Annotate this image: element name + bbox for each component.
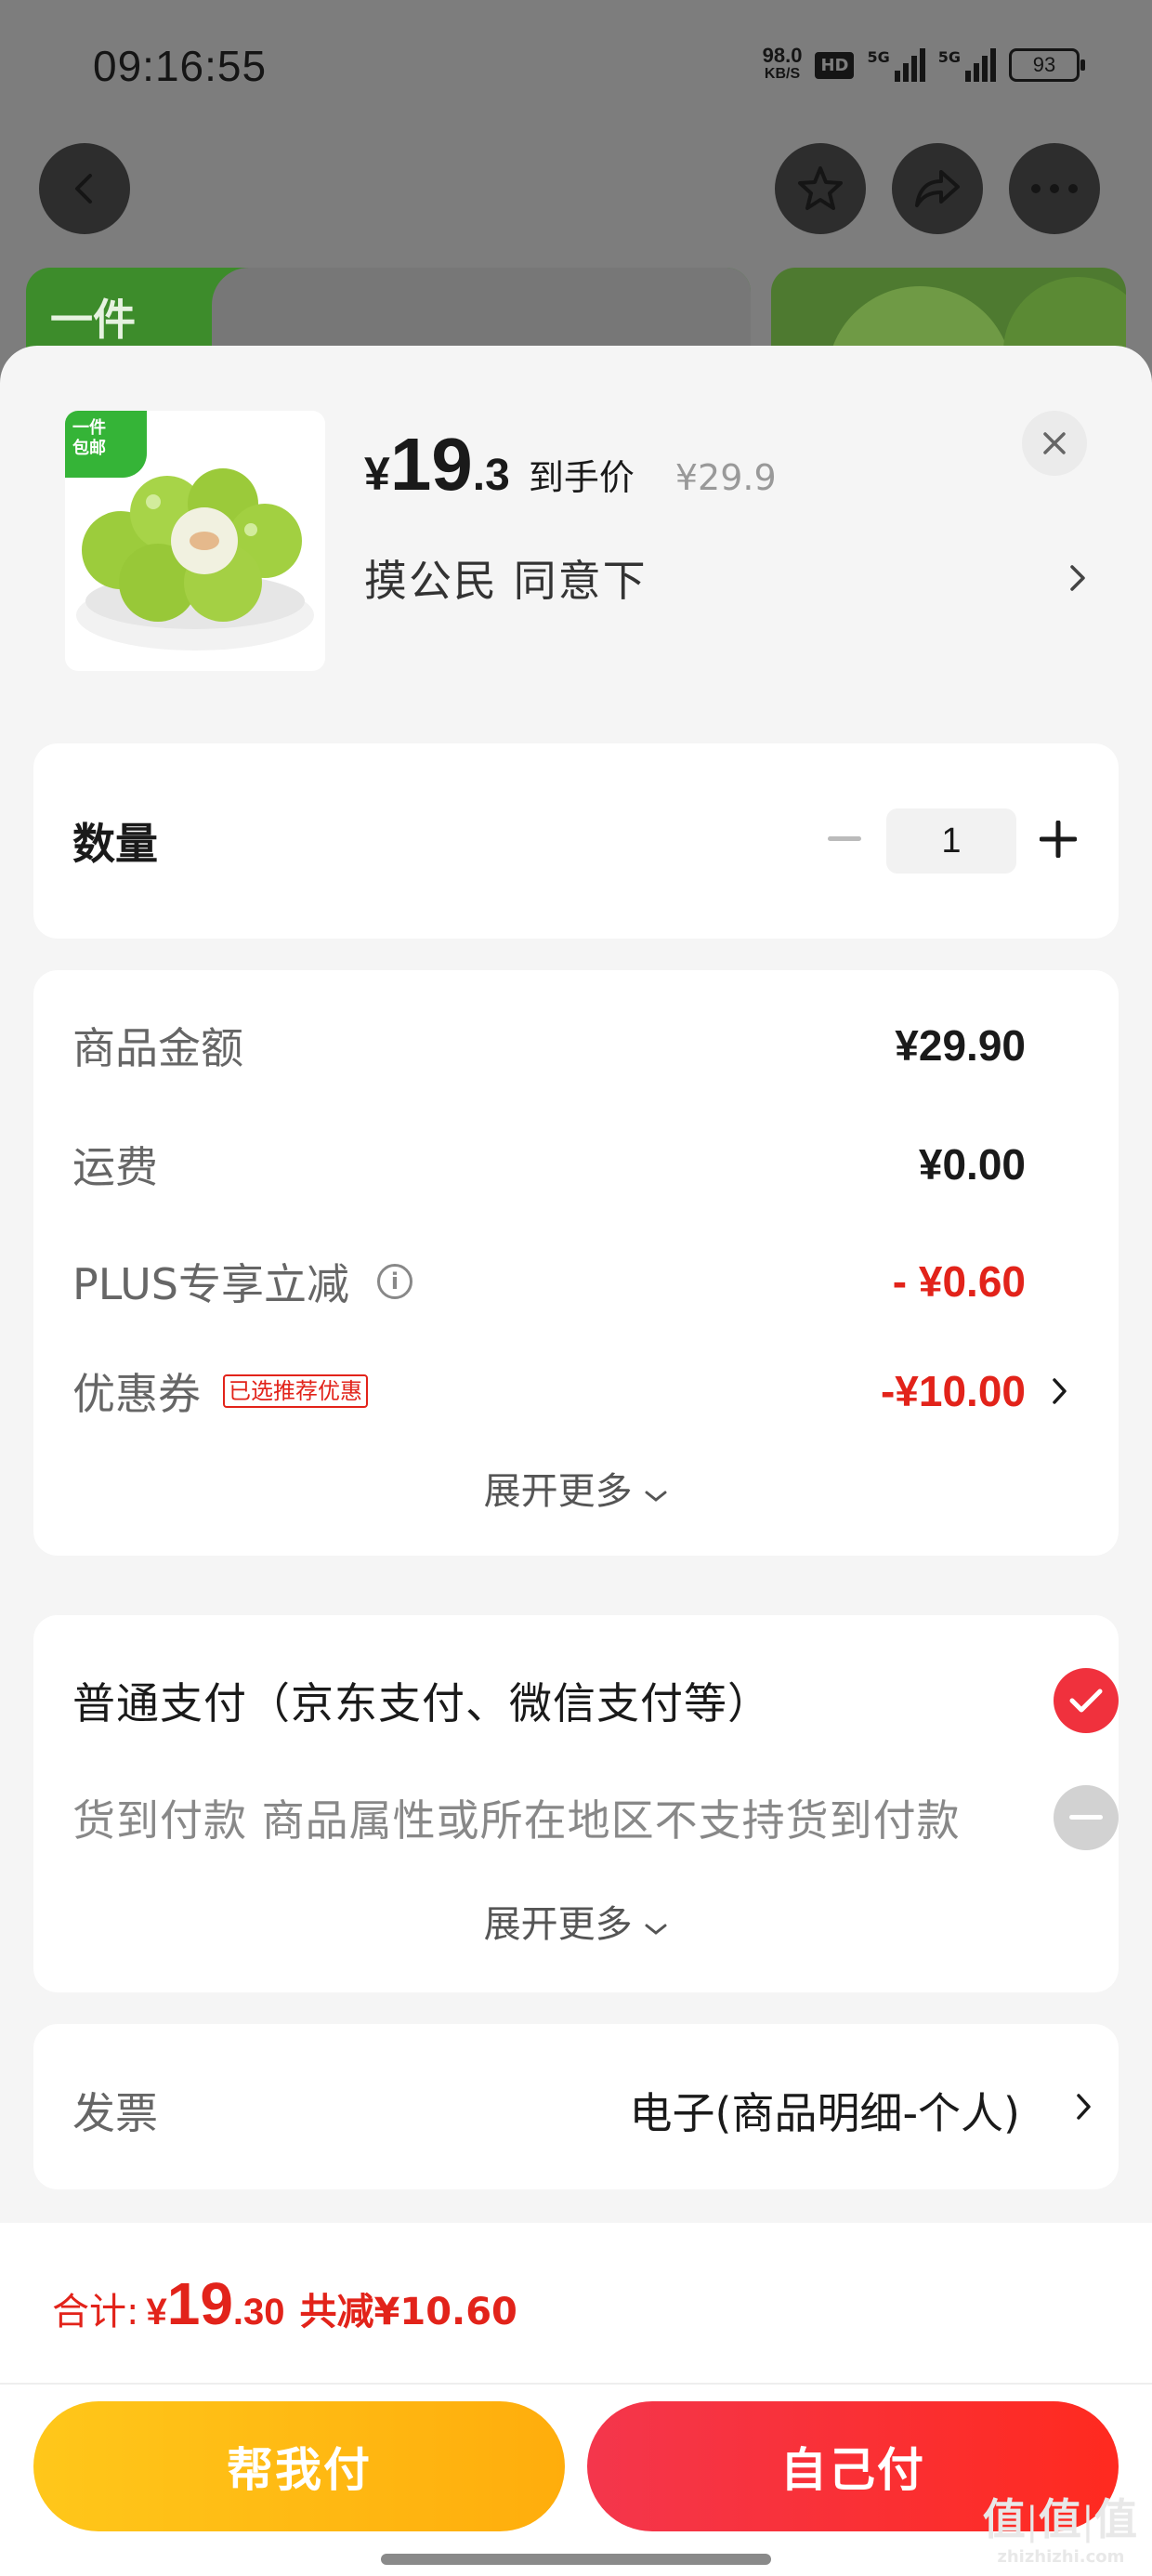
payment-expand-label: 展开更多 — [483, 1903, 633, 1946]
payment-option-normal[interactable]: 普通支付（京东支付、微信支付等） — [72, 1663, 1119, 1738]
checkout-footer: 合计: ¥ 19 .30 共减¥10.60 帮我付 自己付 值|值|值 zhiz… — [0, 2223, 1152, 2576]
plus-icon — [1040, 821, 1077, 858]
shipping-row: 运费 ¥0.00 — [72, 1132, 1094, 1197]
favorite-button[interactable] — [775, 143, 866, 234]
quantity-increase-button[interactable] — [1035, 816, 1081, 862]
shipping-value: ¥0.00 — [918, 1140, 1026, 1189]
checkmark-icon[interactable] — [1054, 1668, 1119, 1733]
total-discount: 共减¥10.60 — [299, 2291, 517, 2333]
original-price: ¥29.9 — [674, 457, 777, 498]
goods-amount-row: 商品金额 ¥29.90 — [72, 1013, 1094, 1078]
hd-icon: HD — [815, 51, 855, 79]
quantity-label: 数量 — [72, 819, 158, 869]
minus-icon — [828, 836, 861, 841]
badge-line-1: 一件 — [72, 418, 106, 438]
badge-line-2: 包邮 — [72, 439, 106, 458]
invoice-value: 电子(商品明细-个人) — [629, 2088, 1021, 2138]
total-decimal: .30 — [232, 2292, 285, 2333]
chevron-right-icon — [1070, 565, 1085, 591]
coupon-tag: 已选推荐优惠 — [223, 1374, 368, 1408]
network-speed: 98.0 KB/S — [763, 46, 803, 84]
share-button[interactable] — [892, 143, 983, 234]
total-label: 合计: — [52, 2291, 139, 2333]
status-icons: 98.0 KB/S HD 5G 5G 93 — [763, 46, 1085, 84]
chevron-right-icon — [1077, 2094, 1091, 2120]
info-icon[interactable]: i — [376, 1264, 412, 1299]
back-arrow-icon — [75, 174, 92, 204]
free-shipping-badge: 一件 包邮 — [65, 411, 147, 478]
variant-text: 摸公民 同意下 — [364, 556, 648, 606]
more-dots-icon — [1031, 184, 1078, 193]
signal-label: 5G — [867, 48, 890, 66]
plus-discount-value: - ¥0.60 — [892, 1257, 1026, 1306]
network-speed-unit: KB/S — [764, 66, 801, 82]
watermark: 值|值|值 zhizhizhi.com — [983, 2486, 1139, 2567]
price-integer: 19 — [389, 423, 473, 506]
payment-option-cod: 货到付款 商品属性或所在地区不支持货到付款 — [72, 1781, 1119, 1855]
fee-breakdown-card: 商品金额 ¥29.90 运费 ¥0.00 PLUS专享立减 i - ¥0.60 … — [33, 970, 1119, 1556]
footer-divider — [0, 2383, 1152, 2385]
price-symbol: ¥ — [364, 448, 390, 500]
payment-normal-label: 普通支付（京东支付、微信支付等） — [72, 1678, 771, 1728]
quantity-decrease-button[interactable] — [823, 818, 866, 861]
back-button[interactable] — [39, 143, 130, 234]
close-button[interactable] — [1022, 411, 1087, 476]
coupon-label: 优惠券 — [72, 1369, 201, 1419]
battery-icon: 93 — [1009, 48, 1085, 82]
more-button[interactable] — [1009, 143, 1100, 234]
share-icon — [915, 170, 960, 207]
goods-amount-label: 商品金额 — [72, 1023, 243, 1073]
fee-expand-label: 展开更多 — [483, 1470, 633, 1513]
price-row: ¥ 19 .3 到手价 ¥29.9 — [364, 422, 777, 507]
payment-expand-more-button[interactable]: 展开更多 — [33, 1894, 1119, 1948]
quantity-card: 数量 1 — [33, 743, 1119, 939]
payment-method-card: 普通支付（京东支付、微信支付等） 货到付款 商品属性或所在地区不支持货到付款 展… — [33, 1615, 1119, 1992]
plus-discount-row: PLUS专享立减 i - ¥0.60 — [72, 1249, 1094, 1314]
product-thumbnail: 一件 包邮 — [65, 411, 325, 671]
chevron-down-icon — [645, 1491, 667, 1502]
payment-cod-label: 货到付款 商品属性或所在地区不支持货到付款 — [72, 1795, 961, 1846]
chevron-down-icon — [645, 1924, 667, 1935]
invoice-label: 发票 — [72, 2088, 158, 2138]
goods-amount-value: ¥29.90 — [895, 1021, 1026, 1070]
variant-selector[interactable]: 摸公民 同意下 — [364, 541, 1089, 615]
watermark-logo: 值|值|值 — [982, 2496, 1139, 2543]
close-icon — [1043, 432, 1066, 454]
fee-expand-more-button[interactable]: 展开更多 — [33, 1461, 1119, 1515]
star-icon — [798, 166, 843, 210]
network-speed-value: 98.0 — [762, 44, 803, 67]
order-sheet: 一件 包邮 ¥ 19 .3 到手价 ¥29.9 摸公民 同意下 数量 1 商品金… — [0, 346, 1152, 2576]
price-decimal: .3 — [472, 451, 510, 500]
total-symbol: ¥ — [146, 2292, 167, 2333]
quantity-input[interactable]: 1 — [886, 808, 1016, 874]
total-row: 合计: ¥ 19 .30 共减¥10.60 — [52, 2269, 517, 2338]
signal-label-2: 5G — [937, 48, 961, 66]
home-indicator[interactable] — [381, 2554, 771, 2565]
total-integer: 19 — [166, 2270, 233, 2337]
invoice-row[interactable]: 发票 电子(商品明细-个人) — [33, 2024, 1119, 2189]
signal-icon-2: 5G — [938, 48, 996, 82]
friend-pay-button[interactable]: 帮我付 — [33, 2401, 565, 2531]
coupon-value: -¥10.00 — [880, 1367, 1026, 1415]
status-time: 09:16:55 — [93, 42, 268, 90]
plus-discount-label: PLUS专享立减 — [72, 1259, 349, 1309]
signal-icon: 5G — [867, 48, 925, 82]
watermark-url: zhizhizhi.com — [997, 2547, 1125, 2567]
chevron-right-icon — [1053, 1378, 1067, 1404]
disabled-icon — [1054, 1785, 1119, 1850]
shipping-label: 运费 — [72, 1142, 158, 1192]
status-bar: 09:16:55 98.0 KB/S HD 5G 5G 93 — [0, 0, 1152, 139]
price-label: 到手价 — [528, 457, 635, 498]
background-card-tag: 一件 — [50, 295, 136, 345]
coupon-row[interactable]: 优惠券 已选推荐优惠 -¥10.00 — [72, 1359, 1094, 1424]
